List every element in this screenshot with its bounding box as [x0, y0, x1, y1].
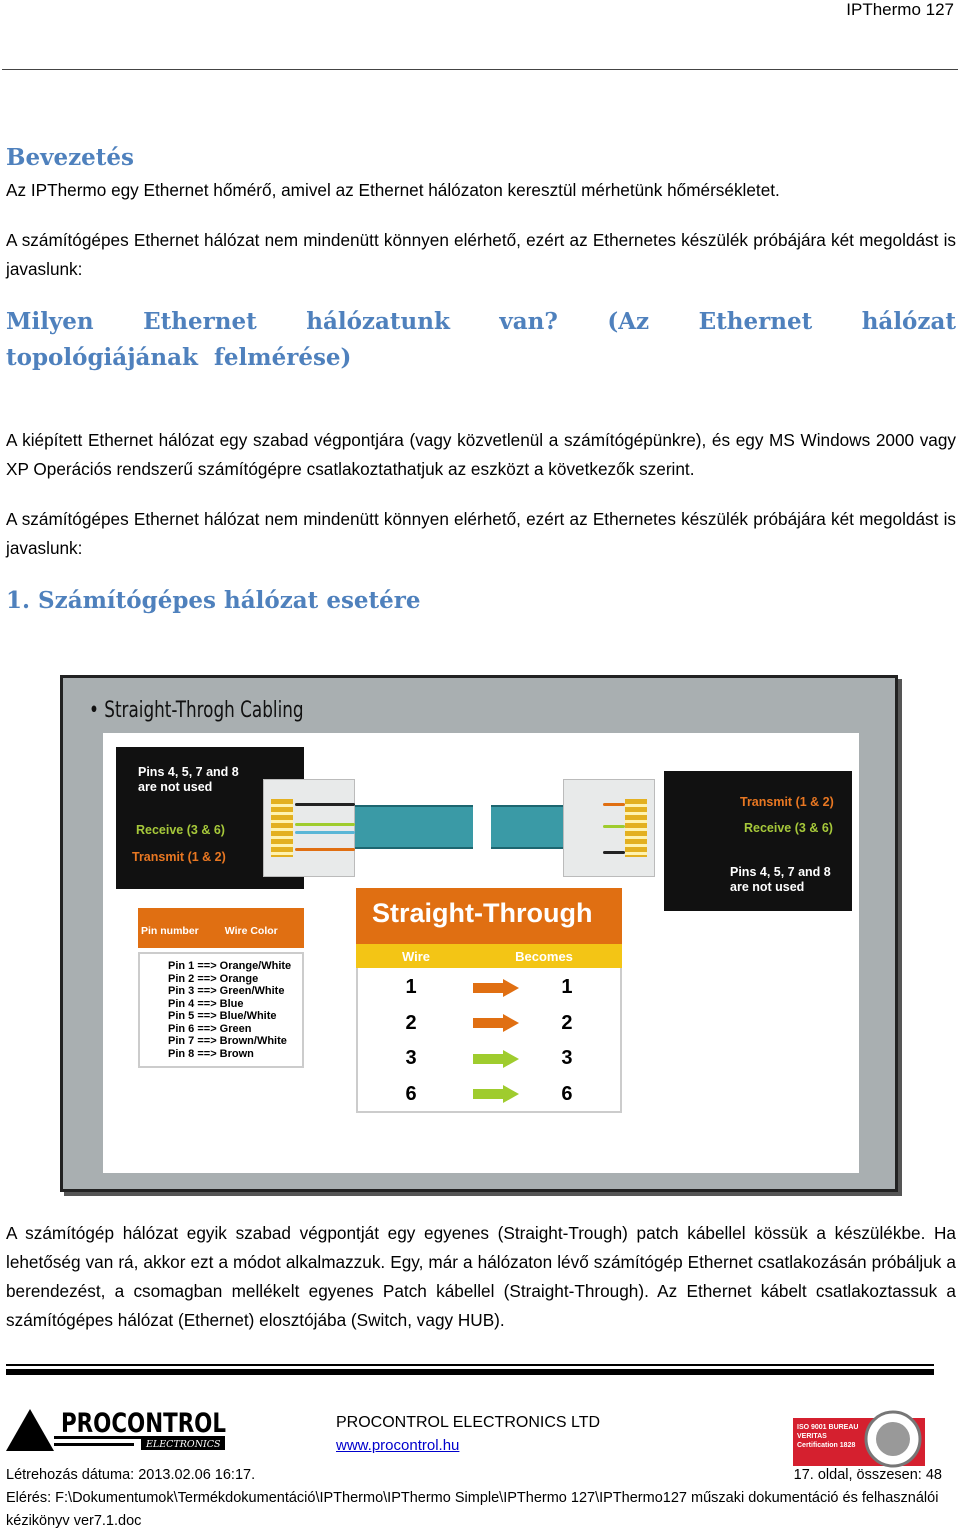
file-path: Elérés: F:\Dokumentumok\Termékdokumentác… — [6, 1490, 939, 1529]
paragraph: Az IPThermo egy Ethernet hőmérő, amivel … — [6, 180, 780, 200]
wire-number: 1 — [405, 976, 417, 999]
wire — [295, 831, 355, 834]
company-name: PROCONTROL ELECTRONICS LTD — [336, 1414, 601, 1431]
paragraph: A számítógép hálózat egyik szabad végpon… — [6, 1223, 956, 1330]
heading-computer-network: 1. Számítógépes hálózat esetére — [6, 587, 421, 614]
pin-row: Pin 8 ==> Brown — [168, 1047, 254, 1060]
plug-pins — [271, 799, 293, 857]
heading-bevezetes: Bevezetés — [6, 144, 134, 171]
mapping-row: 11 — [358, 970, 620, 1006]
wire — [603, 825, 625, 828]
wire-number: 6 — [405, 1082, 417, 1105]
wire-number: 2 — [405, 1011, 417, 1034]
pin-row: Pin 3 ==> Green/White — [168, 985, 285, 997]
right-receive-label: Receive (3 & 6) — [744, 821, 833, 835]
pin-number-header: Pin number — [141, 925, 199, 937]
footer-rule — [6, 1364, 934, 1366]
wire-number: 3 — [405, 1047, 417, 1070]
cable-left — [355, 805, 473, 849]
wire — [295, 823, 355, 826]
pin-row: Pin 5 ==> Blue/White — [168, 1010, 277, 1022]
right-not-used-label: Pins 4, 5, 7 and 8 are not used — [730, 865, 831, 894]
page-number: 17. oldal, összesen: 48 — [793, 1467, 942, 1483]
mapping-rows: 11223366 — [356, 968, 622, 1113]
footer-rule-thick — [6, 1369, 934, 1375]
certification-text: ISO 9001 BUREAU VERITAS Certification 18… — [797, 1424, 859, 1449]
figure-canvas: Pins 4, 5, 7 and 8 are not used Receive … — [103, 733, 859, 1173]
pin-color-table: Pin number Wire Color Pin 1 ==> Orange/Wh… — [138, 908, 304, 1070]
left-transmit-label: Transmit (1 & 2) — [132, 850, 226, 864]
becomes-number: 2 — [561, 1011, 573, 1034]
plug-pins — [625, 799, 647, 857]
left-receive-label: Receive (3 & 6) — [136, 823, 225, 837]
becomes-header: Becomes — [515, 948, 573, 964]
straight-through-table: Straight-Through Wire Becomes 11223366 — [356, 888, 622, 1113]
pin-row: Pin 4 ==> Blue — [168, 997, 244, 1010]
header-rule — [2, 69, 958, 70]
paragraph: A kiépített Ethernet hálózat egy szabad … — [6, 430, 956, 479]
pin-row: Pin 2 ==> Orange — [168, 972, 259, 985]
wire-header: Wire — [401, 948, 431, 964]
left-not-used-label: Pins 4, 5, 7 and 8 are not used — [138, 765, 239, 794]
right-connector-label: Transmit (1 & 2) Receive (3 & 6) Pins 4,… — [664, 771, 852, 911]
mapping-row: 22 — [358, 1006, 620, 1042]
pin-row: Pin 6 ==> Green — [168, 1022, 252, 1035]
heading-network-type: Milyen Ethernet hálózatunk van? (Az Ethe… — [6, 308, 956, 371]
wire — [295, 803, 355, 806]
straight-through-cabling-figure: • Straight-Throgh Cabling Pins 4, 5, 7 a… — [60, 675, 898, 1192]
arrow-right-icon — [473, 1085, 519, 1104]
pin-table-header: Pin number Wire Color — [138, 908, 304, 948]
right-transmit-label: Transmit (1 & 2) — [740, 795, 834, 809]
wire — [603, 803, 625, 806]
mapping-row: 66 — [358, 1077, 620, 1113]
wire — [295, 848, 355, 851]
becomes-number: 3 — [561, 1047, 573, 1070]
svg-text:PROCONTROL: PROCONTROL — [61, 1408, 226, 1439]
arrow-right-icon — [473, 978, 519, 997]
straight-through-header: Wire Becomes — [356, 944, 622, 968]
straight-through-title: Straight-Through — [356, 888, 622, 944]
wire-color-header: Wire Color — [224, 925, 278, 937]
figure-title: • Straight-Throgh Cabling — [89, 698, 304, 723]
creation-date: Létrehozás dátuma: 2013.02.06 16:17. — [6, 1467, 256, 1483]
page-header-title: IPThermo 127 — [846, 0, 954, 19]
pin-list: Pin 1 ==> Orange/White Pin 2 ==> Orange … — [138, 952, 304, 1068]
procontrol-logo: PROCONTROL ELECTRONICS — [6, 1408, 226, 1451]
svg-text:ELECTRONICS: ELECTRONICS — [145, 1439, 221, 1450]
arrow-right-icon — [473, 1049, 519, 1068]
becomes-number: 1 — [561, 976, 573, 999]
pin-row: Pin 1 ==> Orange/White — [168, 960, 292, 972]
paragraph: A számítógépes Ethernet hálózat nem mind… — [6, 509, 956, 558]
mapping-row: 33 — [358, 1041, 620, 1077]
becomes-number: 6 — [561, 1082, 573, 1105]
arrow-right-icon — [473, 1014, 519, 1033]
website-link[interactable]: www.procontrol.hu — [336, 1437, 459, 1454]
paragraph: A számítógépes Ethernet hálózat nem mind… — [6, 230, 956, 279]
pin-row: Pin 7 ==> Brown/White — [168, 1035, 287, 1047]
wire — [603, 851, 625, 854]
